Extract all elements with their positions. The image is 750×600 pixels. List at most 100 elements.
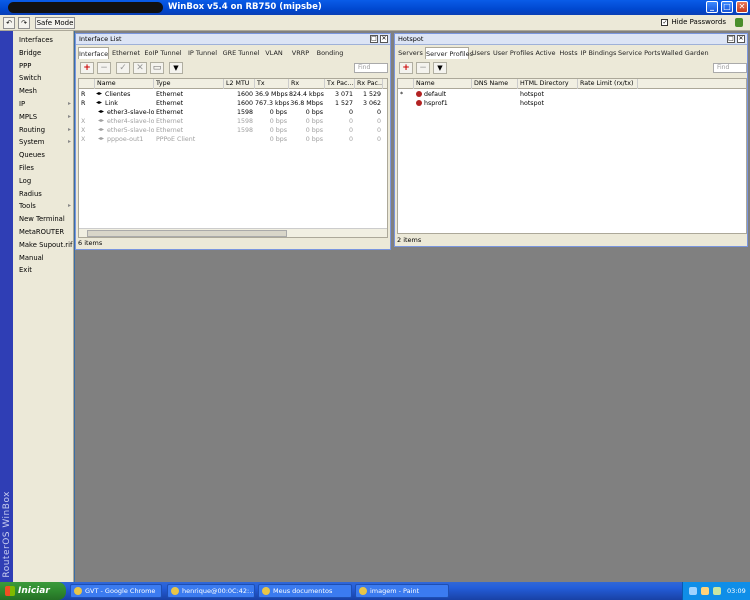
- column-header-l2-mtu[interactable]: L2 MTU: [224, 79, 255, 89]
- menu-item-queues[interactable]: Queues: [19, 149, 73, 161]
- table-row[interactable]: R Clientes Ethernet 160036.9 Mbps824.4 kbps…: [79, 90, 387, 99]
- interface-scroll-thumb[interactable]: [87, 230, 287, 237]
- column-header-rx[interactable]: Rx: [289, 79, 325, 89]
- menu-item-tools[interactable]: Tools ▸: [19, 200, 73, 212]
- menu-item-label: Tools: [19, 202, 36, 211]
- taskbar-task-1[interactable]: GVT - Google Chrome: [70, 584, 162, 598]
- tab-service-ports[interactable]: Service Ports: [618, 47, 660, 59]
- menu-item-mpls[interactable]: MPLS ▸: [19, 111, 73, 123]
- column-header-rate-limit-rx-tx-[interactable]: Rate Limit (rx/tx): [578, 79, 638, 89]
- remove-icon[interactable]: −: [97, 62, 111, 74]
- taskbar-task-3[interactable]: Meus documentos: [258, 584, 352, 598]
- cell-flag: X: [81, 127, 86, 134]
- menu-item-ppp[interactable]: PPP: [19, 60, 73, 72]
- interface-find-input[interactable]: Find: [354, 63, 388, 73]
- undo-button[interactable]: ↶: [3, 17, 15, 29]
- menu-item-radius[interactable]: Radius: [19, 188, 73, 200]
- tab-ethernet[interactable]: Ethernet: [111, 47, 141, 59]
- start-button[interactable]: Iniciar: [0, 582, 66, 600]
- tab-bonding[interactable]: Bonding: [315, 47, 345, 59]
- menu-item-ip[interactable]: IP ▸: [19, 98, 73, 110]
- menu-item-make-supout-rif[interactable]: Make Supout.rif: [19, 239, 73, 251]
- task-app-icon: [171, 587, 179, 595]
- column-header-flag[interactable]: [79, 79, 95, 89]
- interface-list-close-button[interactable]: ✕: [380, 35, 388, 43]
- column-header-name[interactable]: Name: [414, 79, 472, 89]
- menu-item-bridge[interactable]: Bridge: [19, 47, 73, 59]
- cell-tx: 36.9 Mbps: [255, 91, 288, 98]
- hotspot-remove-icon[interactable]: −: [416, 62, 430, 74]
- menu-item-files[interactable]: Files: [19, 162, 73, 174]
- hotspot-close-button[interactable]: ✕: [737, 35, 745, 43]
- tab-ip-bindings[interactable]: IP Bindings: [580, 47, 617, 59]
- maximize-button[interactable]: □: [721, 1, 733, 13]
- menu-item-system[interactable]: System ▸: [19, 136, 73, 148]
- tab-users[interactable]: Users: [470, 47, 492, 59]
- close-button[interactable]: ✕: [736, 1, 748, 13]
- volume-tray-icon[interactable]: [701, 587, 709, 595]
- table-row[interactable]: Xether4-slave-lo...Ethernet 1598 0 bps 0 bp…: [79, 117, 387, 126]
- table-row[interactable]: ether3-slave-lo...Ethernet 1598 0 bps 0 bps…: [79, 108, 387, 117]
- cell-flag: R: [81, 91, 86, 98]
- column-header-type[interactable]: Type: [154, 79, 224, 89]
- column-header-html-directory[interactable]: HTML Directory: [518, 79, 578, 89]
- redo-button[interactable]: ↷: [18, 17, 30, 29]
- disable-icon[interactable]: ✕: [133, 62, 147, 74]
- column-header-name[interactable]: Name: [95, 79, 154, 89]
- hotspot-find-input[interactable]: Find: [713, 63, 747, 73]
- menu-item-label: Radius: [19, 189, 42, 198]
- menu-item-switch[interactable]: Switch: [19, 72, 73, 84]
- tab-walled-garden[interactable]: Walled Garden: [661, 47, 709, 59]
- table-row[interactable]: R Link Ethernet 1600767.3 kbps36.8 Mbps 1 52…: [79, 99, 387, 108]
- table-row[interactable]: hsprof1 hotspot: [398, 99, 746, 108]
- hotspot-maximize-button[interactable]: □: [727, 35, 735, 43]
- menu-item-mesh[interactable]: Mesh: [19, 85, 73, 97]
- tab-ip-tunnel[interactable]: IP Tunnel: [185, 47, 220, 59]
- tab-servers[interactable]: Servers: [397, 47, 424, 59]
- tab-gre-tunnel[interactable]: GRE Tunnel: [222, 47, 260, 59]
- security-tray-icon[interactable]: [713, 587, 721, 595]
- column-header-tx-pac-[interactable]: Tx Pac...: [325, 79, 355, 89]
- safe-mode-button[interactable]: Safe Mode: [35, 17, 75, 29]
- menu-item-new-terminal[interactable]: New Terminal: [19, 213, 73, 225]
- hotspot-add-icon[interactable]: +: [399, 62, 413, 74]
- column-header-flag[interactable]: [398, 79, 414, 89]
- taskbar-task-4[interactable]: imagem - Paint: [355, 584, 449, 598]
- menu-item-metarouter[interactable]: MetaROUTER: [19, 226, 73, 238]
- filter-icon[interactable]: ▼: [169, 62, 183, 74]
- column-header-dns-name[interactable]: DNS Name: [472, 79, 518, 89]
- column-menu-icon[interactable]: [383, 79, 387, 89]
- interface-horizontal-scrollbar[interactable]: [79, 228, 387, 237]
- column-header-rx-pac-[interactable]: Rx Pac...: [355, 79, 383, 89]
- tab-eoip-tunnel[interactable]: EoIP Tunnel: [143, 47, 183, 59]
- enable-icon[interactable]: ✓: [116, 62, 130, 74]
- tab-user-profiles[interactable]: User Profiles: [493, 47, 533, 59]
- hotspot-filter-icon[interactable]: ▼: [433, 62, 447, 74]
- server-profiles-header: Name DNS Name HTML Directory Rate Limit (rx…: [398, 79, 746, 89]
- interface-name: ether3-slave-lo...: [107, 109, 154, 116]
- interface-name: ether5-slave-lo...: [107, 127, 154, 134]
- add-icon[interactable]: +: [80, 62, 94, 74]
- comment-icon[interactable]: ▭: [150, 62, 164, 74]
- tab-server-profiles[interactable]: Server Profiles: [425, 47, 473, 59]
- network-tray-icon[interactable]: [689, 587, 697, 595]
- tab-vrrp[interactable]: VRRP: [288, 47, 313, 59]
- tab-vlan[interactable]: VLAN: [262, 47, 286, 59]
- menu-item-log[interactable]: Log: [19, 175, 73, 187]
- menu-item-exit[interactable]: Exit: [19, 264, 73, 276]
- tab-active[interactable]: Active: [534, 47, 557, 59]
- tab-interface[interactable]: Interface: [78, 47, 109, 59]
- minimize-button[interactable]: _: [706, 1, 718, 13]
- hide-passwords-checkbox[interactable]: ✓ Hide Passwords: [661, 18, 726, 26]
- taskbar-task-2[interactable]: henrique@00:0C:42:...: [167, 584, 255, 598]
- column-header-tx[interactable]: Tx: [255, 79, 289, 89]
- table-row[interactable]: Xether5-slave-lo...Ethernet 1598 0 bps 0 bp…: [79, 126, 387, 135]
- table-row[interactable]: * default hotspot: [398, 90, 746, 99]
- cell-name: pppoe-out1: [95, 135, 154, 144]
- interface-list-maximize-button[interactable]: □: [370, 35, 378, 43]
- table-row[interactable]: Xpppoe-out1 PPPoE Client 0 bps 0 bps 0 0: [79, 135, 387, 144]
- menu-item-manual[interactable]: Manual: [19, 252, 73, 264]
- tab-hosts[interactable]: Hosts: [558, 47, 579, 59]
- menu-item-interfaces[interactable]: Interfaces: [19, 34, 73, 46]
- menu-item-routing[interactable]: Routing ▸: [19, 124, 73, 136]
